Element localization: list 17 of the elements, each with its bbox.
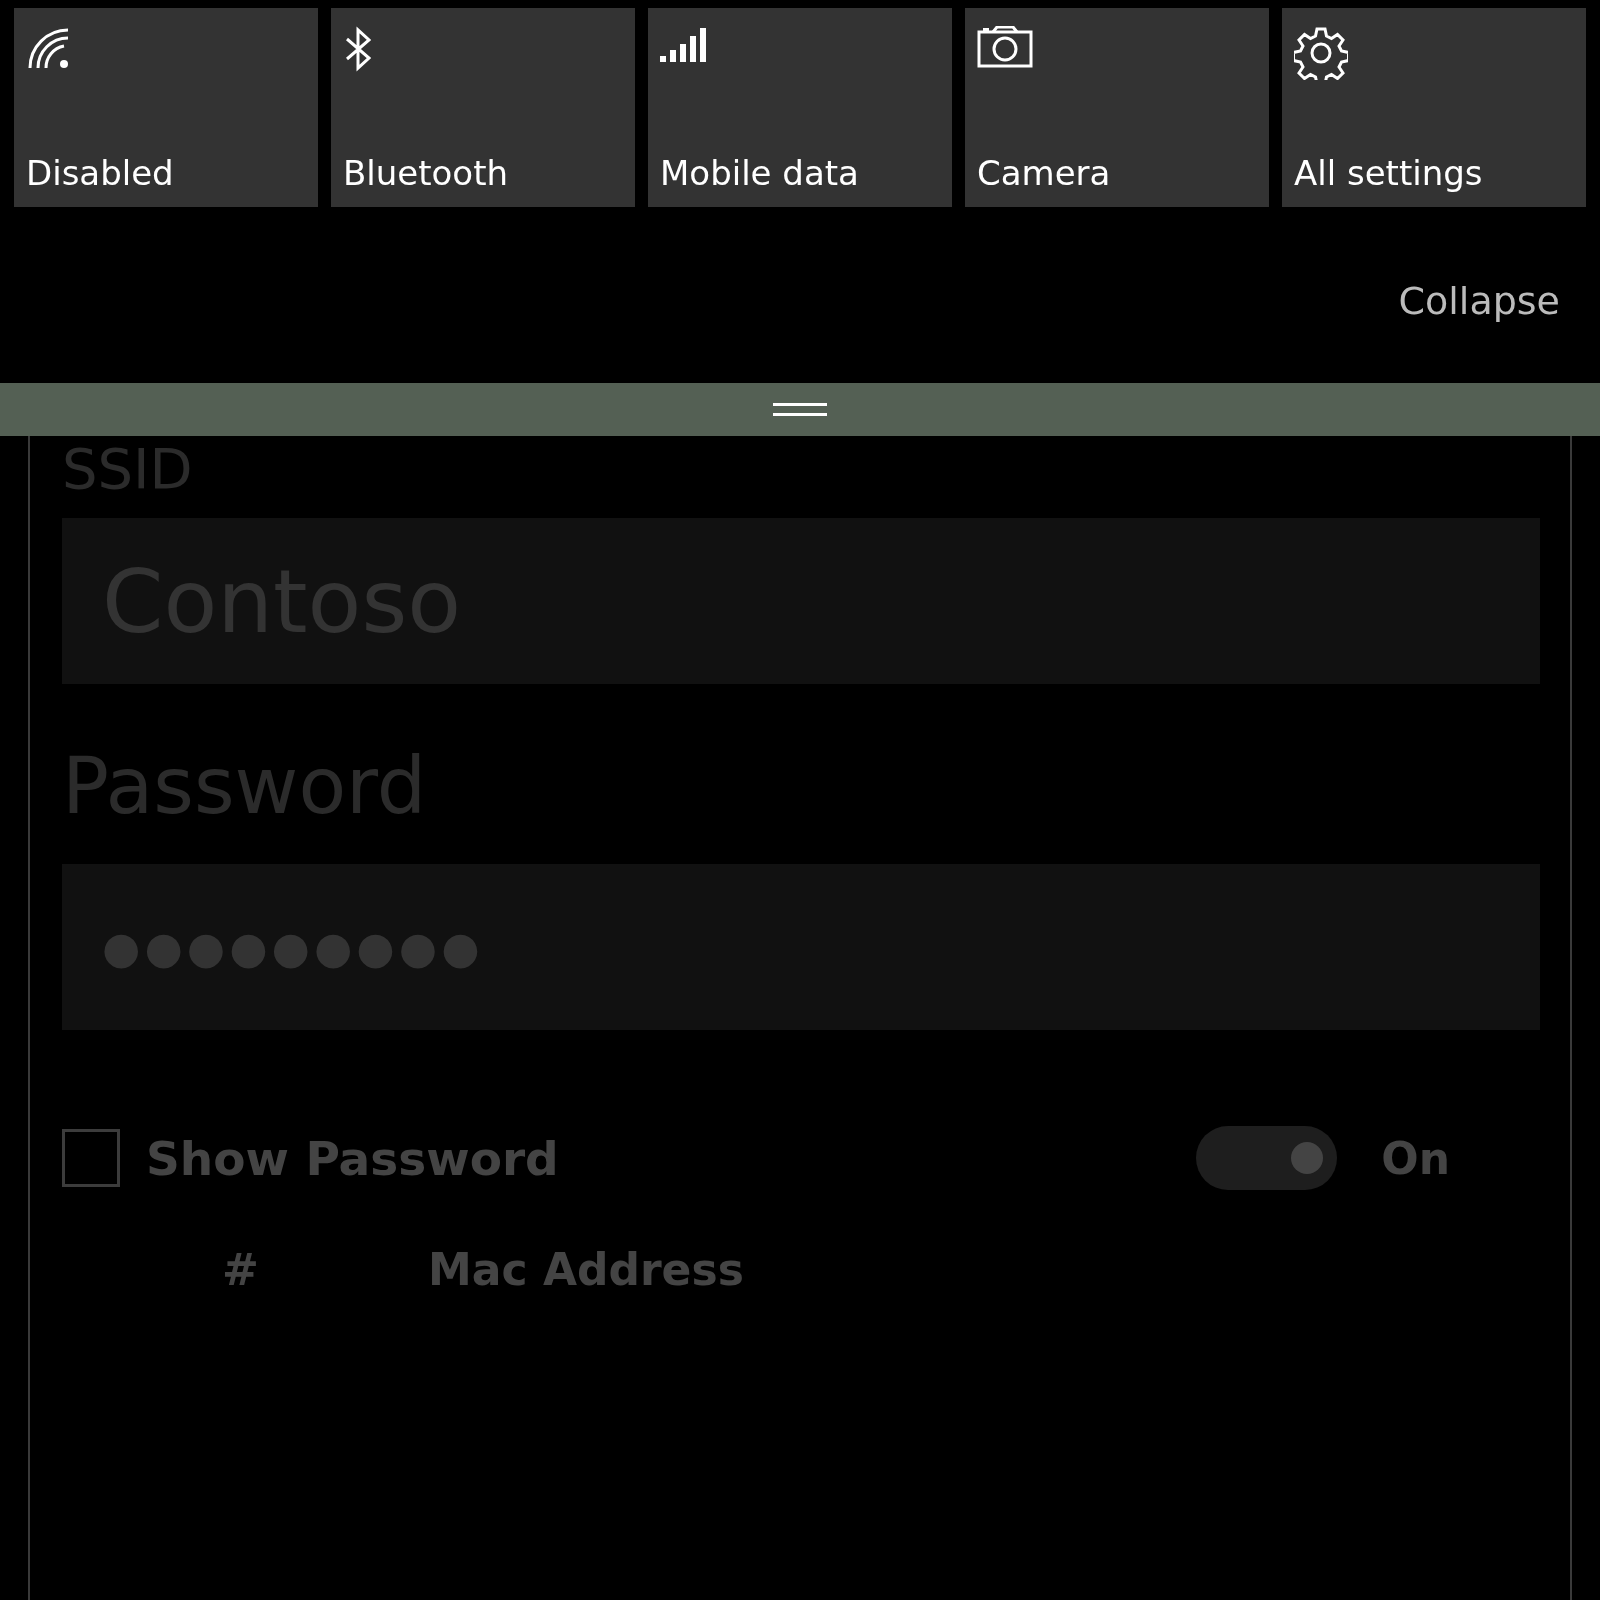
camera-icon — [977, 26, 1033, 68]
quick-action-tile[interactable]: All settings — [1282, 8, 1586, 207]
quick-action-tile[interactable]: Disabled — [14, 8, 318, 207]
drag-handle-bar[interactable] — [0, 383, 1600, 436]
bluetooth-icon — [343, 26, 373, 72]
quick-action-tile[interactable]: Bluetooth — [331, 8, 635, 207]
checkbox-label: Show Password — [146, 1130, 560, 1186]
column-header: # — [222, 1244, 260, 1295]
grip-icon — [773, 402, 827, 417]
collapse-link[interactable]: Collapse — [1398, 277, 1560, 325]
password-dots: ●●●●●●●●● — [102, 921, 484, 973]
quick-action-tile[interactable]: Mobile data — [648, 8, 952, 207]
column-header: Mac Address — [428, 1244, 744, 1295]
settings-icon — [1294, 26, 1348, 80]
checkbox[interactable] — [62, 1129, 120, 1187]
quick-action-tile[interactable]: Camera — [965, 8, 1269, 207]
toggle-label: On — [1381, 1132, 1450, 1184]
